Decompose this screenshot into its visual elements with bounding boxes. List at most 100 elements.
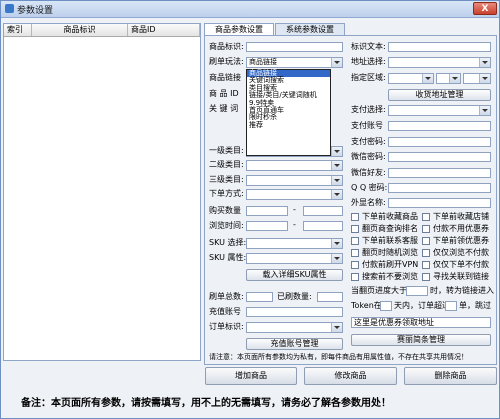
label-days: 天内，订单超过 — [394, 301, 450, 310]
browse-time-max-input[interactable] — [303, 221, 343, 231]
column-index[interactable]: 索引 — [4, 24, 32, 36]
label-wechat-friend: 微信好友: — [351, 168, 386, 177]
label-cat1: 一级类目: — [209, 146, 244, 155]
order-mode-select[interactable] — [246, 189, 343, 200]
modify-product-button[interactable]: 修改商品 — [304, 367, 397, 385]
label-sku-attr: SKU 属性: — [209, 253, 247, 262]
checkbox-check-rank[interactable]: 翻页商查询排名 — [351, 224, 418, 234]
pay-select[interactable] — [388, 105, 491, 116]
label-alias: 外显名称: — [351, 198, 386, 207]
cat3-select[interactable] — [246, 175, 343, 186]
label-address-select: 地址选择: — [351, 57, 386, 66]
column-product-tag[interactable]: 商品标识 — [32, 24, 128, 36]
pay-account-input[interactable] — [388, 121, 491, 131]
recharge-manage-button[interactable]: 充值账号管理 — [246, 338, 343, 350]
label-id-text: 标识文本: — [351, 42, 386, 51]
buy-qty-max-input[interactable] — [303, 206, 343, 216]
chevron-down-icon — [331, 254, 342, 263]
label-page-progress: 当翻页进度大于 — [351, 286, 407, 295]
id-text-input[interactable] — [388, 42, 491, 52]
add-product-button[interactable]: 增加商品 — [205, 367, 297, 385]
delete-product-button[interactable]: 删除商品 — [404, 367, 497, 385]
total-orders-input[interactable] — [246, 292, 273, 302]
token-days-input[interactable] — [380, 301, 392, 311]
label-sku-select: SKU 选择: — [209, 238, 247, 247]
cat2-select[interactable] — [246, 160, 343, 171]
chevron-down-icon — [479, 106, 490, 115]
brush-method-value: 商品链接 — [249, 58, 277, 66]
recharge-account-input[interactable] — [246, 307, 343, 317]
checkbox-open-vpn[interactable]: 付款前刷开VPN — [351, 260, 418, 270]
chevron-down-icon — [449, 74, 460, 83]
order-tag-select[interactable] — [246, 322, 343, 333]
page-progress-input[interactable] — [406, 286, 428, 296]
title-bar: 参数设置 X — [1, 1, 499, 18]
city-select[interactable] — [436, 73, 461, 84]
import-sku-button[interactable]: 载入详细SKU属性 — [246, 269, 343, 281]
checkbox-find-related-link[interactable]: 寻找关联到链接 — [422, 272, 489, 282]
dropdown-option[interactable]: 推荐 — [247, 121, 330, 129]
settings-window: 参数设置 X 索引 商品标识 商品ID 商品参数设置 系统参数设置 商品标识: … — [0, 0, 500, 419]
column-product-id[interactable]: 商品ID — [128, 24, 200, 36]
label-product-tag: 商品标识: — [209, 42, 244, 51]
label-brushed-count: 已刷数量: — [277, 292, 312, 301]
checkbox-browse-only[interactable]: 仅仅浏览不付款 — [422, 248, 489, 258]
chevron-down-icon — [331, 176, 342, 185]
label-pay-account: 支付账号 — [351, 121, 383, 130]
chevron-down-icon — [331, 190, 342, 199]
label-recharge-account: 充值账号 — [209, 307, 241, 316]
chevron-down-icon — [331, 239, 342, 248]
buy-qty-min-input[interactable] — [246, 206, 288, 216]
brushed-count-input[interactable] — [317, 292, 343, 302]
checkbox-get-coupon[interactable]: 下单前领优惠券 — [422, 236, 489, 246]
product-grid[interactable]: 索引 商品标识 商品ID — [3, 23, 201, 361]
label-pay-password: 支付密码: — [351, 137, 386, 146]
alias-input[interactable] — [388, 198, 491, 208]
notice-text: 请注意：本页面所有参数均为私有，即每件商品有用属性值，不存在共享共用情况！ — [209, 353, 468, 361]
label-pay-select: 支付选择: — [351, 105, 386, 114]
product-tag-input[interactable] — [246, 42, 343, 52]
label-brush-method: 刷单玩法: — [209, 57, 244, 66]
province-select[interactable] — [388, 73, 434, 84]
address-select[interactable] — [388, 57, 491, 68]
checkbox-no-coupon[interactable]: 付款不用优惠券 — [422, 224, 489, 234]
label-browse-time: 浏览时间: — [209, 221, 244, 230]
range-dash: - — [293, 205, 296, 214]
label-qq-password: Q Q 密码: — [351, 183, 388, 192]
browse-time-min-input[interactable] — [246, 221, 288, 231]
grid-header: 索引 商品标识 商品ID — [4, 24, 200, 37]
wechat-password-input[interactable] — [388, 152, 491, 162]
label-wechat-password: 微信密码: — [351, 152, 386, 161]
label-order-tag: 订单标识: — [209, 322, 244, 331]
checkbox-no-browse-before-search[interactable]: 搜索前不要浏览 — [351, 272, 418, 282]
chevron-down-icon — [331, 147, 342, 156]
sku-attr-select[interactable] — [246, 253, 343, 264]
brush-method-dropdown[interactable]: 商品链接 关键词搜索 类目搜索 链接/类目/关键词随机 9.9特卖 首页直通车 … — [246, 69, 331, 156]
checkbox-fav-shop[interactable]: 下单前收藏店铺 — [422, 212, 489, 222]
chevron-down-icon — [479, 58, 490, 67]
pay-password-input[interactable] — [388, 137, 491, 147]
district-select[interactable] — [463, 73, 491, 84]
footer-note: 备注：本页面所有参数，请按需填写，用不上的无需填写，请务必了解各参数用处！ — [21, 398, 391, 409]
checkbox-fav-product[interactable]: 下单前收藏商品 — [351, 212, 418, 222]
chevron-down-icon — [331, 161, 342, 170]
address-manage-button[interactable]: 收货地址管理 — [388, 89, 491, 101]
chevron-down-icon — [331, 58, 342, 67]
checkbox-random-browse[interactable]: 翻页时随机浏览 — [351, 248, 418, 258]
close-button[interactable]: X — [473, 2, 497, 15]
label-skip: 单，跳过 — [459, 301, 491, 310]
label-cat2: 二级类目: — [209, 160, 244, 169]
checkbox-contact-service[interactable]: 下单前联系客服 — [351, 236, 418, 246]
label-order-mode: 下单方式: — [209, 189, 244, 198]
label-product-id: 商 品 ID — [209, 89, 239, 98]
copy-fields-button[interactable]: 赛丽简条管理 — [351, 334, 491, 346]
wechat-friend-input[interactable] — [388, 168, 491, 178]
chevron-down-icon — [331, 323, 342, 332]
coupon-url-input[interactable]: 这里是优惠券领取地址 — [351, 317, 491, 328]
label-page-progress-suffix: 时，转为链接进入 — [430, 286, 494, 295]
sku-select[interactable] — [246, 238, 343, 249]
brush-method-select[interactable]: 商品链接 — [246, 57, 343, 68]
checkbox-order-only[interactable]: 仅仅下单不付款 — [422, 260, 489, 270]
qq-password-input[interactable] — [388, 183, 491, 193]
order-limit-input[interactable] — [445, 301, 457, 311]
